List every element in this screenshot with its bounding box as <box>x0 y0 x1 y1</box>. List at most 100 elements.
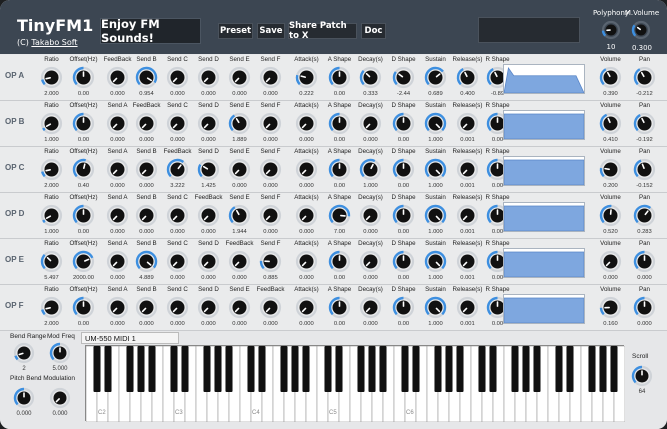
pan-value: 0.000 <box>637 321 652 327</box>
info-display <box>478 17 580 43</box>
operator-label: OP C <box>5 163 25 172</box>
black-key[interactable] <box>555 346 563 392</box>
envelope-graph <box>503 294 585 324</box>
pan-control: Pan -0.192 <box>628 101 661 147</box>
app-title: TinyFM1 <box>17 16 94 35</box>
midi-device-select[interactable]: UM-550 MIDI 1 <box>81 332 179 344</box>
black-key[interactable] <box>379 346 387 392</box>
pan-label: Pan <box>638 102 650 109</box>
bend-range-label: Bend Range <box>10 333 47 340</box>
octave-label: C3 <box>175 410 183 416</box>
pan-control: Pan 0.000 <box>628 239 661 285</box>
black-key[interactable] <box>368 346 376 392</box>
black-key[interactable] <box>610 346 618 392</box>
black-key[interactable] <box>445 346 453 392</box>
envelope-graph <box>503 202 585 232</box>
black-key[interactable] <box>137 346 145 392</box>
pan-control: Pan -0.212 <box>628 55 661 101</box>
black-key[interactable] <box>280 346 288 392</box>
header-bar: TinyFM1 (C) Takabo Soft Enjoy FM Sounds!… <box>0 0 667 54</box>
piano-keyboard[interactable]: C2 C3 C4 C5 C6 <box>85 345 625 422</box>
black-key[interactable] <box>302 346 310 392</box>
black-key[interactable] <box>214 346 222 392</box>
black-key[interactable] <box>412 346 420 392</box>
operator-row-b: OP B Ratio 1.000 Offset(Hz) 0.00 Send A 0.000 F… <box>0 101 667 147</box>
black-key[interactable] <box>478 346 486 392</box>
pan-value: 0.000 <box>637 275 652 281</box>
param-label: R Shape <box>485 286 510 293</box>
share-patch-button[interactable]: Share Patch to X <box>288 21 357 41</box>
master-volume-knob[interactable] <box>630 19 652 46</box>
pan-control: Pan 0.000 <box>628 285 661 331</box>
black-key[interactable] <box>522 346 530 392</box>
black-key[interactable] <box>401 346 409 392</box>
black-key[interactable] <box>93 346 101 392</box>
black-key[interactable] <box>599 346 607 392</box>
operator-row-c: OP C Ratio 2.000 Offset(Hz) 0.40 Send A 0.000 S… <box>0 147 667 193</box>
operator-label: OP B <box>5 117 25 126</box>
mod-freq-value: 5.000 <box>52 366 68 372</box>
black-key[interactable] <box>170 346 178 392</box>
black-key[interactable] <box>335 346 343 392</box>
black-key[interactable] <box>588 346 596 392</box>
credit-text: (C) Takabo Soft <box>17 38 78 47</box>
polyphony-knob[interactable] <box>600 19 622 46</box>
save-button[interactable]: Save <box>257 23 285 39</box>
scroll-value: 64 <box>638 389 646 395</box>
master-volume-label: M.Volume <box>624 9 660 17</box>
pan-label: Pan <box>638 194 650 201</box>
doc-button[interactable]: Doc <box>361 23 386 39</box>
pan-control: Pan 0.283 <box>628 193 661 239</box>
pan-control: Pan -0.152 <box>628 147 661 193</box>
operator-label: OP F <box>5 301 24 310</box>
black-key[interactable] <box>511 346 519 392</box>
black-key[interactable] <box>533 346 541 392</box>
app-window: TinyFM1 (C) Takabo Soft Enjoy FM Sounds!… <box>0 0 667 429</box>
operator-row-a: OP A Ratio 2.000 Offset(Hz) 0.00 FeedBack 0.00… <box>0 55 667 101</box>
black-key[interactable] <box>225 346 233 392</box>
pan-label: Pan <box>638 240 650 247</box>
param-label: R Shape <box>485 102 510 109</box>
black-key[interactable] <box>247 346 255 392</box>
pan-value: -0.152 <box>636 183 653 189</box>
black-key[interactable] <box>291 346 299 392</box>
banner-display: Enjoy FM Sounds! <box>100 17 201 45</box>
black-key[interactable] <box>566 346 574 392</box>
pan-label: Pan <box>638 56 650 63</box>
octave-label: C6 <box>406 410 414 416</box>
envelope-graph <box>503 248 585 278</box>
param-label: R Shape <box>485 148 510 155</box>
preset-button[interactable]: Preset <box>218 23 253 39</box>
scroll-label: Scroll <box>632 353 649 360</box>
param-label: R Shape <box>485 194 510 201</box>
black-key[interactable] <box>148 346 156 392</box>
black-key[interactable] <box>258 346 266 392</box>
pitch-bend-value: 0.000 <box>16 411 32 417</box>
pan-value: -0.192 <box>636 137 653 143</box>
author-link[interactable]: Takabo Soft <box>31 38 77 47</box>
param-label: R Shape <box>485 56 510 63</box>
black-key[interactable] <box>434 346 442 392</box>
param-label: R Shape <box>485 240 510 247</box>
mod-freq-label: Mod Freq <box>47 333 75 340</box>
black-key[interactable] <box>181 346 189 392</box>
operator-row-f: OP F Ratio 2.000 Offset(Hz) 0.00 Send A 0.000 S… <box>0 285 667 331</box>
envelope-graph <box>503 64 585 94</box>
black-key[interactable] <box>357 346 365 392</box>
master-volume-value: 0.300 <box>631 44 653 52</box>
credit-prefix: (C) <box>17 38 32 47</box>
operator-label: OP D <box>5 209 25 218</box>
pan-label: Pan <box>638 286 650 293</box>
octave-label: C5 <box>329 410 337 416</box>
black-key[interactable] <box>456 346 464 392</box>
octave-label: C2 <box>98 410 106 416</box>
black-key[interactable] <box>489 346 497 392</box>
black-key[interactable] <box>104 346 112 392</box>
black-key[interactable] <box>324 346 332 392</box>
operator-row-d: OP D Ratio 1.000 Offset(Hz) 0.00 Send A 0.000 S… <box>0 193 667 239</box>
black-key[interactable] <box>126 346 134 392</box>
operator-label: OP A <box>5 71 25 80</box>
black-key[interactable] <box>203 346 211 392</box>
pan-value: -0.212 <box>636 91 653 97</box>
pan-value: 0.283 <box>637 229 652 235</box>
